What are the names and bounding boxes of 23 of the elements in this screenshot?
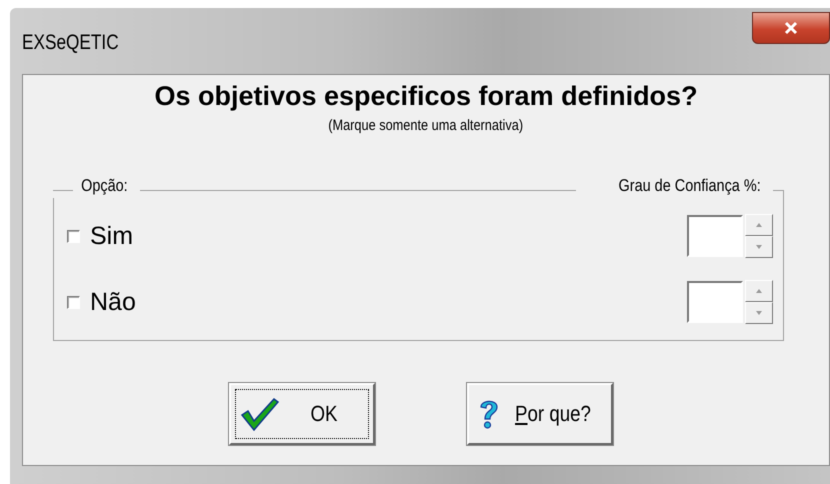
- help-button[interactable]: Por que?: [467, 383, 613, 445]
- confidence-label: Grau de Confiança %:: [618, 176, 760, 196]
- up-arrow-icon: [756, 223, 762, 227]
- spin-button[interactable]: [745, 280, 773, 324]
- option-label[interactable]: Não: [90, 288, 136, 316]
- checkbox[interactable]: [67, 230, 80, 242]
- down-arrow-icon: [756, 245, 762, 249]
- question-heading: Os objetivos especificos foram definidos?: [154, 81, 698, 112]
- percent-field[interactable]: [687, 281, 743, 323]
- percent-field[interactable]: [687, 215, 743, 257]
- spin-button[interactable]: [745, 214, 773, 258]
- option-label: Opção:: [81, 176, 128, 196]
- checkmark-icon: [240, 397, 280, 431]
- close-icon: [783, 21, 799, 35]
- hint-text: (Marque somente uma alternativa): [328, 117, 524, 134]
- window-title: EXSeQETIC: [22, 31, 119, 55]
- up-arrow-icon: [756, 289, 762, 293]
- down-arrow-icon: [756, 311, 762, 315]
- ok-button[interactable]: OK: [229, 383, 375, 445]
- question-mark-icon: [478, 398, 500, 430]
- checkbox[interactable]: [67, 296, 80, 308]
- close-button[interactable]: [752, 12, 830, 44]
- option-label[interactable]: Sim: [90, 222, 134, 250]
